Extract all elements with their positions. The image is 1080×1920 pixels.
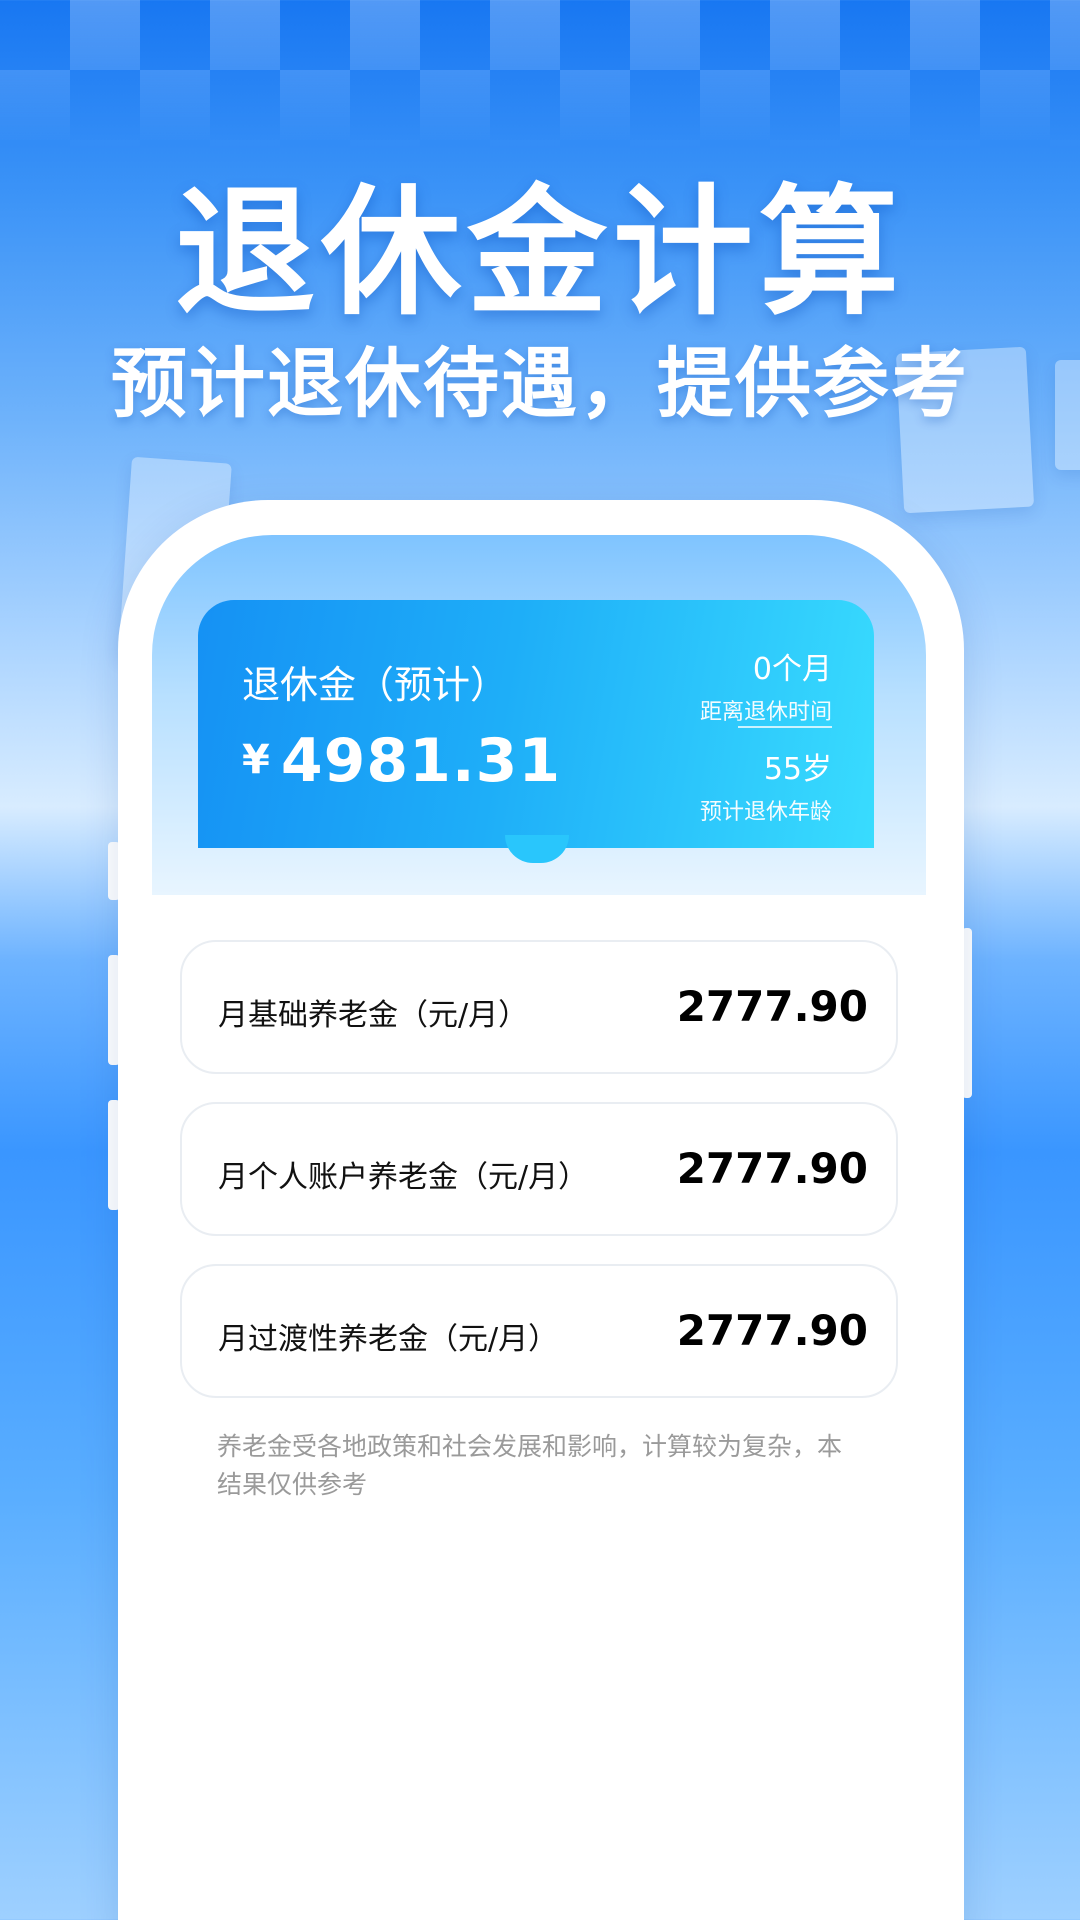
months-to-retire: 0个月 距离退休时间 <box>700 644 832 726</box>
list-item-transitional-pension[interactable]: 月过渡性养老金（元/月） 2777.90 <box>180 1264 898 1398</box>
list-item-value: 2777.90 <box>676 982 868 1031</box>
months-to-retire-value: 0个月 <box>752 652 832 687</box>
pension-amount: ¥4981.31 <box>242 726 561 796</box>
promo-subtitle: 预计退休待遇，提供参考 <box>111 339 969 428</box>
pension-summary-card: 退休金（预计） ¥4981.31 0个月 距离退休时间 55岁 预计退休年龄 <box>198 600 874 848</box>
promo-title: 退休金计算 <box>174 172 905 335</box>
list-item-label: 月基础养老金（元/月） <box>218 998 529 1033</box>
list-item-value: 2777.90 <box>676 1144 868 1193</box>
pension-amount-value: 4981.31 <box>280 726 562 796</box>
list-item-value: 2777.90 <box>676 1306 868 1355</box>
list-item-label: 月过渡性养老金（元/月） <box>218 1322 559 1357</box>
list-item-basic-pension[interactable]: 月基础养老金（元/月） 2777.90 <box>180 940 898 1074</box>
retire-age-value: 55岁 <box>763 752 832 787</box>
retire-age-caption: 预计退休年龄 <box>699 800 832 825</box>
list-item-personal-account-pension[interactable]: 月个人账户养老金（元/月） 2777.90 <box>180 1102 898 1236</box>
summary-label: 退休金（预计） <box>242 663 509 707</box>
disclaimer-note: 养老金受各地政策和社会发展和影响，计算较为复杂，本结果仅供参考 <box>217 1432 843 1499</box>
background-pattern <box>0 0 1080 150</box>
stat-divider <box>738 726 832 728</box>
list-item-label: 月个人账户养老金（元/月） <box>218 1160 589 1195</box>
months-to-retire-caption: 距离退休时间 <box>699 700 832 725</box>
currency-symbol: ¥ <box>242 737 271 783</box>
retire-age: 55岁 预计退休年龄 <box>700 744 832 826</box>
